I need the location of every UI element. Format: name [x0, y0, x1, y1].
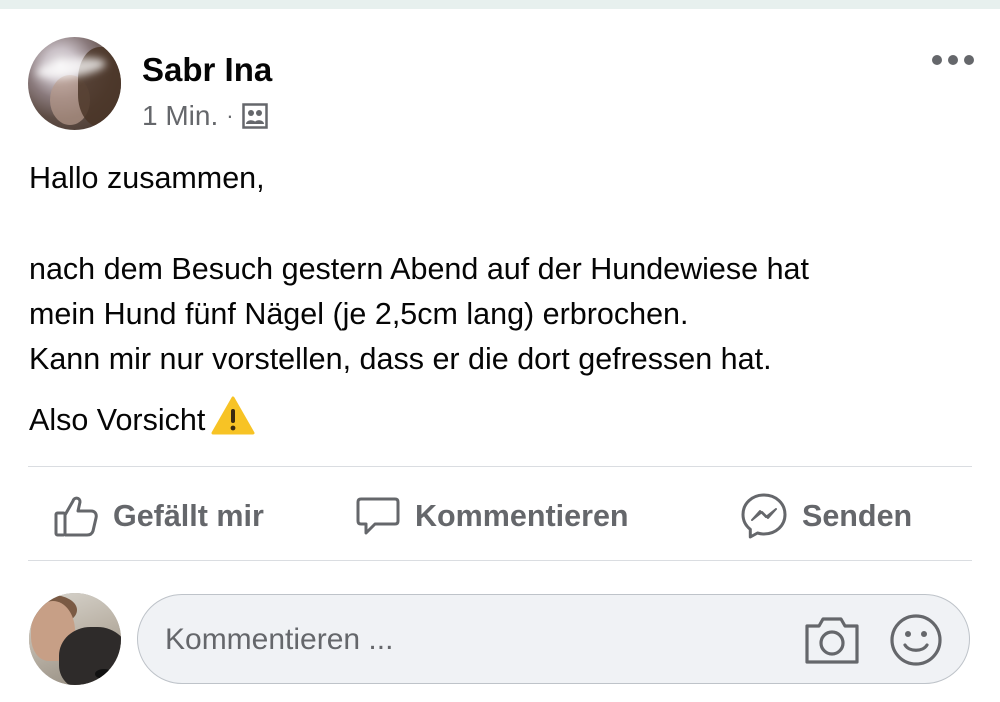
top-band — [0, 0, 1000, 9]
post-text-line-2: mein Hund fünf Nägel (je 2,5cm lang) erb… — [29, 297, 689, 331]
comment-placeholder: Kommentieren ... — [165, 623, 394, 656]
smiley-icon[interactable] — [889, 613, 943, 667]
comment-label: Kommentieren — [415, 498, 629, 533]
post-text-line-4: Also Vorsicht — [29, 396, 255, 442]
author-name[interactable]: Sabr Ina — [142, 51, 272, 89]
comment-bubble-icon — [356, 497, 400, 535]
send-button[interactable]: Senden — [740, 491, 912, 541]
like-label: Gefällt mir — [113, 498, 264, 533]
divider-bottom — [28, 560, 972, 561]
warning-emoji — [211, 396, 255, 436]
messenger-icon — [741, 493, 787, 539]
current-user-avatar[interactable] — [29, 593, 121, 685]
group-audience-icon — [241, 103, 268, 129]
author-avatar[interactable] — [28, 37, 121, 130]
comment-input[interactable]: Kommentieren ... — [137, 594, 970, 684]
thumbs-up-icon — [54, 496, 98, 537]
post-text-line-1: nach dem Besuch gestern Abend auf der Hu… — [29, 252, 809, 286]
post-text-line-3: Kann mir nur vorstellen, dass er die dor… — [29, 342, 772, 376]
more-options-icon[interactable] — [932, 52, 974, 68]
post-time[interactable]: 1 Min. — [142, 100, 218, 132]
comment-button[interactable]: Kommentieren — [355, 491, 629, 541]
post-meta: 1 Min. · — [142, 98, 268, 134]
post-text-warning: Also Vorsicht — [29, 403, 206, 437]
camera-icon[interactable] — [803, 612, 861, 666]
meta-separator: · — [226, 103, 234, 128]
post-text-greeting: Hallo zusammen, — [29, 161, 265, 195]
like-button[interactable]: Gefällt mir — [53, 491, 264, 541]
divider-top — [28, 466, 972, 467]
send-label: Senden — [802, 498, 913, 533]
